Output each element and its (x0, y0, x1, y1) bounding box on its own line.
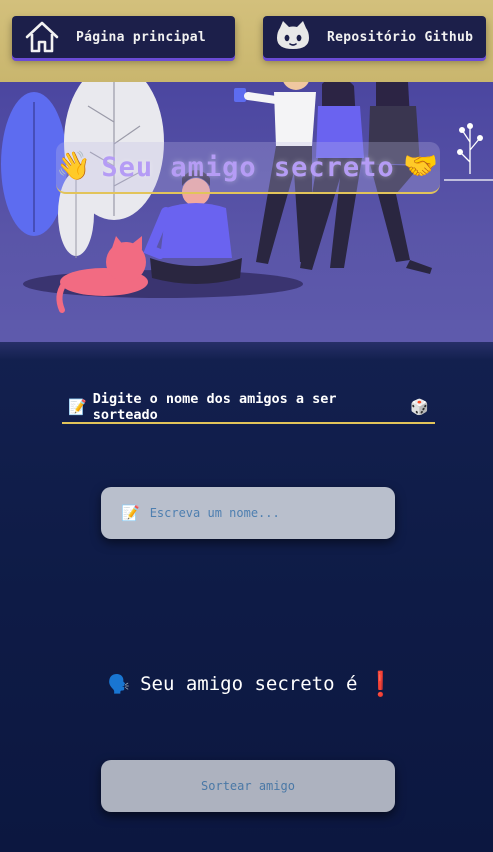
friends-illustration (1, 82, 493, 313)
dice-icon: 🎲 (410, 398, 429, 416)
friend-name-field[interactable]: 📝 (101, 487, 395, 539)
hero-banner: 👋 Seu amigo secreto 🤝 (0, 82, 493, 342)
speaking-head-icon: 🗣️ (107, 673, 131, 695)
memo-icon: 📝 (68, 398, 87, 416)
github-link-label: Repositório Github (327, 29, 474, 45)
github-icon (273, 17, 313, 57)
github-repo-button[interactable]: Repositório Github (263, 16, 486, 58)
top-navigation-bar: Página principal Repositório Github (0, 0, 493, 82)
instruction-text: Digite o nome dos amigos a ser sorteado (92, 391, 337, 423)
home-link-button[interactable]: Página principal (12, 16, 235, 58)
memo-icon: 📝 (121, 504, 140, 522)
home-link-label: Página principal (76, 29, 207, 45)
instruction-heading: 📝 Digite o nome dos amigos a ser sortead… (62, 391, 435, 424)
main-content: 📝 Digite o nome dos amigos a ser sortead… (0, 342, 493, 852)
friend-name-input[interactable] (147, 505, 382, 521)
draw-result: 🗣️ Seu amigo secreto é ❗ (0, 668, 493, 700)
draw-friend-button[interactable]: Sortear amigo (101, 760, 395, 812)
title-banner: 👋 Seu amigo secreto 🤝 (56, 142, 440, 194)
waving-hand-icon: 👋 (56, 149, 91, 182)
exclamation-icon: ❗ (365, 670, 396, 698)
result-text: Seu amigo secreto é (140, 673, 358, 695)
handshake-icon: 🤝 (403, 149, 438, 182)
home-icon (22, 17, 62, 57)
page-title: Seu amigo secreto (101, 151, 395, 183)
hero-divider-fade (0, 320, 493, 360)
